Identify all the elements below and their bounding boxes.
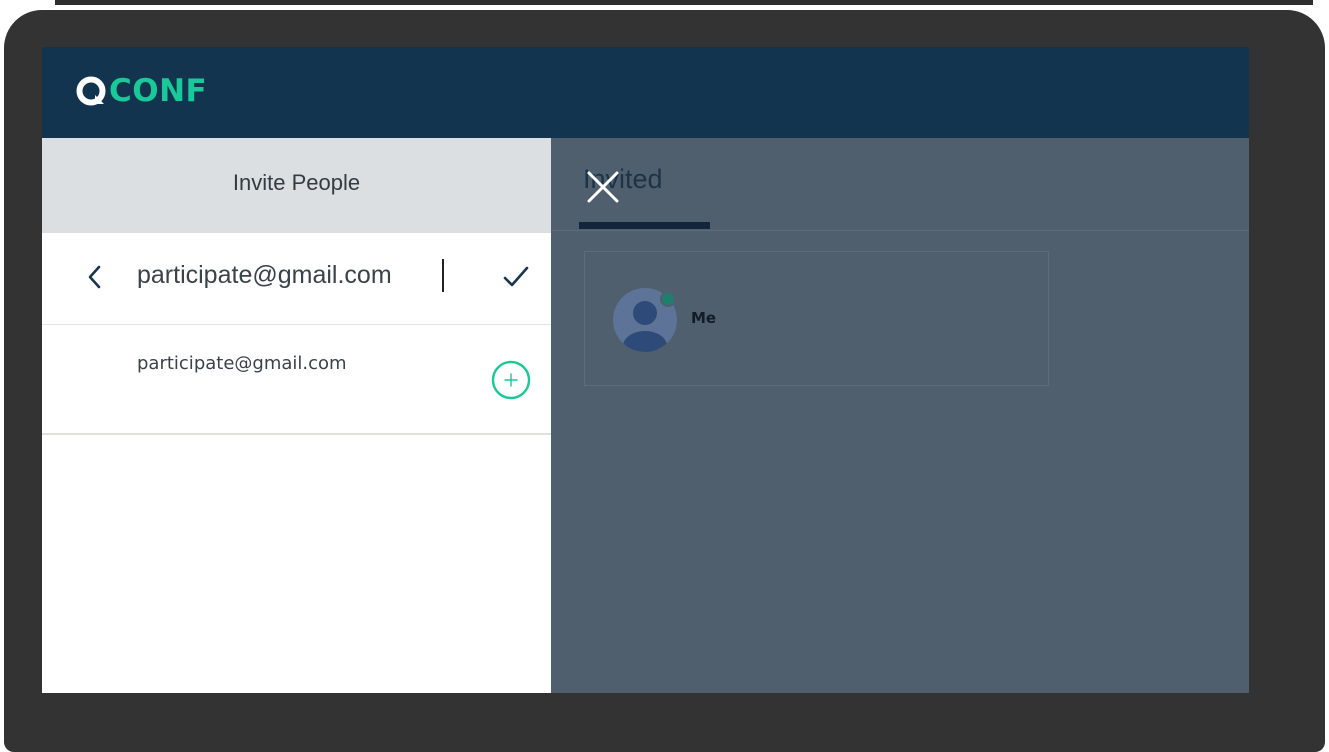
participants-tab-bar: Invited: [551, 138, 1249, 231]
participant-card[interactable]: Me: [584, 251, 1049, 386]
invite-panel-title: Invite People: [232, 170, 361, 195]
add-circle-icon[interactable]: [490, 359, 532, 401]
suggestion-item[interactable]: participate@gmail.com: [42, 325, 551, 435]
tab-active-indicator: [579, 222, 710, 229]
text-caret: [442, 259, 444, 292]
participant-name: Me: [691, 309, 717, 327]
app-header: CONF: [42, 47, 1249, 138]
email-search-row: [42, 233, 551, 325]
chevron-left-icon[interactable]: [84, 264, 106, 290]
invite-panel-header: Invite People: [42, 138, 551, 233]
close-icon[interactable]: [586, 170, 620, 204]
app-name: CONF: [109, 73, 208, 109]
checkmark-icon[interactable]: [502, 265, 530, 289]
invite-panel: Invite People participate@gmail.com: [42, 138, 551, 693]
suggestion-email: participate@gmail.com: [137, 353, 347, 374]
participants-panel: Invited Me: [551, 138, 1249, 693]
device-frame: CONF Invite People participate@gmail.com: [4, 10, 1325, 752]
app-screen: CONF Invite People participate@gmail.com: [42, 47, 1249, 693]
online-status-dot: [660, 291, 676, 307]
app-logo: CONF: [74, 71, 207, 111]
q-logo-icon: [76, 76, 106, 106]
top-bezel-strip: [55, 0, 1313, 5]
